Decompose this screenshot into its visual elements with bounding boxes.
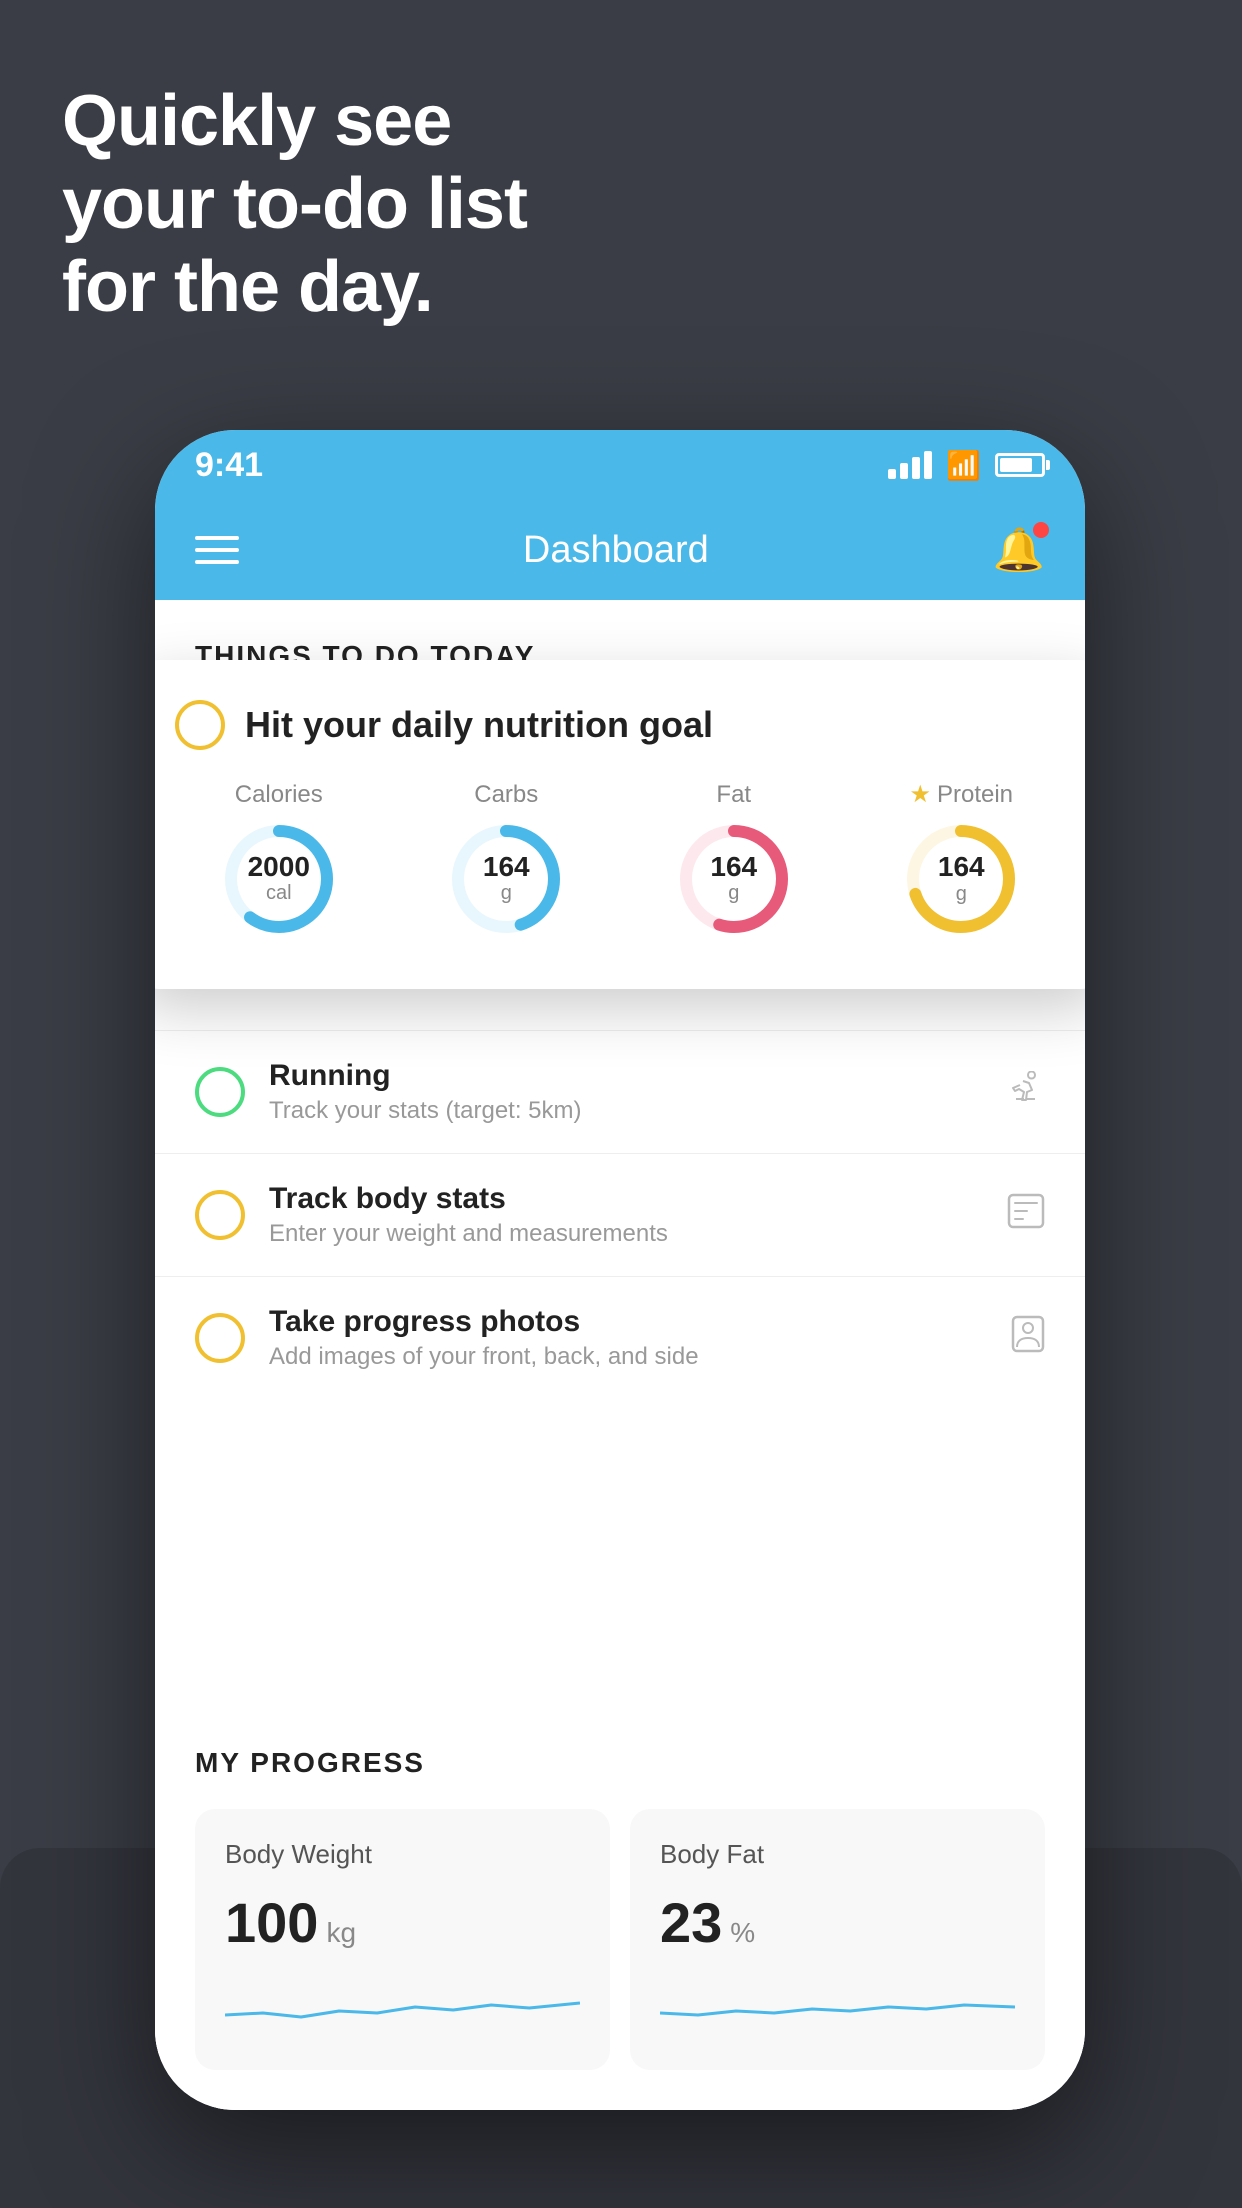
body-stats-subtitle: Enter your weight and measurements [269, 1220, 983, 1248]
todo-body-stats[interactable]: Track body stats Enter your weight and m… [155, 1153, 1085, 1276]
running-title: Running [269, 1059, 981, 1093]
header-title: Dashboard [523, 529, 709, 572]
todo-progress-photos-text: Take progress photos Add images of your … [269, 1305, 987, 1371]
scale-icon [1007, 1193, 1045, 1238]
protein-value: 164 [938, 852, 985, 883]
progress-photos-check-circle[interactable] [195, 1313, 245, 1363]
body-fat-sparkline [660, 1975, 1015, 2035]
body-stats-title: Track body stats [269, 1182, 983, 1216]
carbs-unit: g [483, 882, 530, 905]
progress-photos-subtitle: Add images of your front, back, and side [269, 1343, 987, 1371]
progress-section: MY PROGRESS Body Weight 100 kg Body Fat [155, 1707, 1085, 2110]
nutrition-card-title: Hit your daily nutrition goal [245, 704, 713, 746]
todo-list: Running Track your stats (target: 5km) T… [155, 1030, 1085, 1399]
calories-ring: 2000 cal [219, 819, 339, 939]
running-check-circle[interactable] [195, 1067, 245, 1117]
nutrition-carbs: Carbs 164 g [446, 781, 566, 939]
fat-ring: 164 g [674, 819, 794, 939]
calories-label: Calories [235, 781, 323, 809]
notification-badge [1033, 522, 1049, 538]
todo-progress-photos[interactable]: Take progress photos Add images of your … [155, 1276, 1085, 1399]
progress-header: MY PROGRESS [195, 1747, 1045, 1779]
running-subtitle: Track your stats (target: 5km) [269, 1097, 981, 1125]
status-bar: 9:41 📶 [155, 430, 1085, 500]
person-icon [1011, 1315, 1045, 1362]
body-weight-card[interactable]: Body Weight 100 kg [195, 1809, 610, 2070]
nutrition-check-circle[interactable] [175, 700, 225, 750]
signal-icon [888, 451, 932, 479]
progress-photos-title: Take progress photos [269, 1305, 987, 1339]
phone-content: THINGS TO DO TODAY Hit your daily nutrit… [155, 600, 1085, 2110]
body-fat-card[interactable]: Body Fat 23 % [630, 1809, 1045, 2070]
hero-text: Quickly see your to-do list for the day. [62, 80, 527, 328]
phone-frame: 9:41 📶 Dashboard 🔔 TH [155, 430, 1085, 2110]
status-time: 9:41 [195, 446, 263, 485]
todo-running-text: Running Track your stats (target: 5km) [269, 1059, 981, 1125]
body-weight-card-title: Body Weight [225, 1839, 580, 1870]
nutrition-calories: Calories 2000 cal [219, 781, 339, 939]
notification-button[interactable]: 🔔 [993, 526, 1045, 575]
wifi-icon: 📶 [946, 449, 981, 482]
calories-unit: cal [248, 882, 310, 905]
protein-star-icon: ★ [909, 780, 931, 809]
carbs-ring: 164 g [446, 819, 566, 939]
nutrition-card[interactable]: Hit your daily nutrition goal Calories 2… [155, 660, 1085, 989]
body-fat-unit: % [730, 1917, 755, 1949]
progress-cards: Body Weight 100 kg Body Fat 23 % [195, 1809, 1045, 2070]
fat-value: 164 [710, 852, 757, 883]
nutrition-fat: Fat 164 g [674, 781, 794, 939]
nutrition-grid: Calories 2000 cal Carbs [175, 780, 1065, 939]
carbs-value: 164 [483, 852, 530, 883]
body-weight-unit: kg [326, 1917, 356, 1949]
calories-value: 2000 [248, 852, 310, 883]
carbs-label: Carbs [474, 781, 538, 809]
protein-label: ★Protein [909, 780, 1013, 809]
running-icon [1005, 1071, 1045, 1113]
body-stats-check-circle[interactable] [195, 1190, 245, 1240]
body-fat-value: 23 [660, 1890, 722, 1955]
fat-label: Fat [716, 781, 751, 809]
protein-unit: g [938, 883, 985, 906]
body-weight-value: 100 [225, 1890, 318, 1955]
battery-icon [995, 453, 1045, 477]
protein-ring: 164 g [901, 819, 1021, 939]
todo-running[interactable]: Running Track your stats (target: 5km) [155, 1030, 1085, 1153]
fat-unit: g [710, 882, 757, 905]
body-weight-sparkline [225, 1975, 580, 2035]
status-icons: 📶 [888, 449, 1045, 482]
app-header: Dashboard 🔔 [155, 500, 1085, 600]
body-fat-card-title: Body Fat [660, 1839, 1015, 1870]
nutrition-protein: ★Protein 164 g [901, 780, 1021, 939]
menu-button[interactable] [195, 536, 239, 564]
todo-body-stats-text: Track body stats Enter your weight and m… [269, 1182, 983, 1248]
